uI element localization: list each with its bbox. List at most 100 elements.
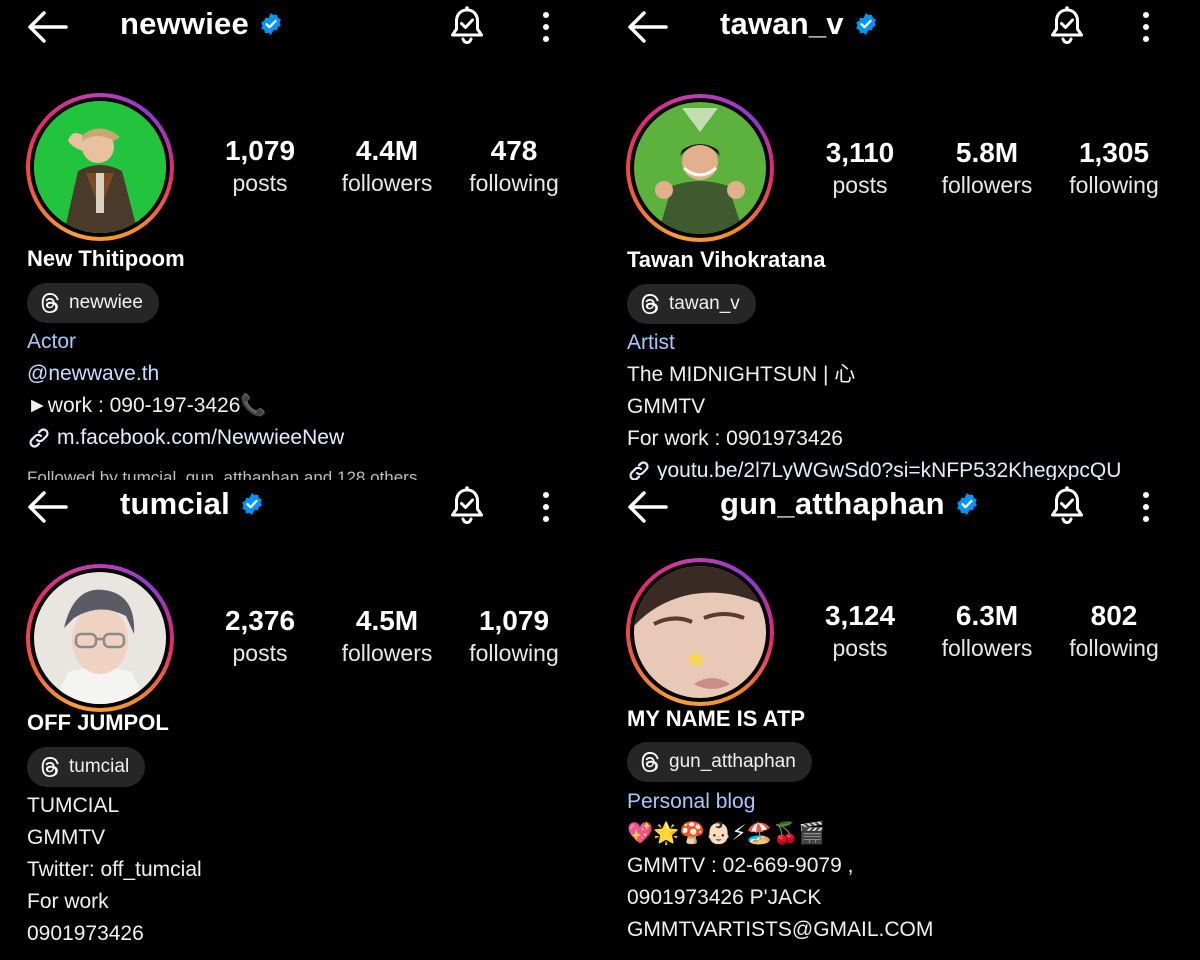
stat-value: 6.3M bbox=[955, 600, 1019, 631]
avatar-photo bbox=[634, 102, 766, 234]
threads-icon bbox=[41, 757, 59, 777]
stat-posts[interactable]: 3,124 posts bbox=[810, 599, 910, 663]
bell-check-icon[interactable] bbox=[1048, 5, 1086, 47]
more-vertical-icon[interactable] bbox=[1134, 9, 1158, 45]
stat-following[interactable]: 1,079 following bbox=[462, 604, 566, 668]
bio-category: Actor bbox=[27, 330, 77, 353]
stat-followers[interactable]: 4.4M followers bbox=[334, 134, 440, 198]
avatar[interactable] bbox=[626, 94, 774, 242]
bio-link-text: m.facebook.com/NewwieeNew bbox=[57, 426, 345, 449]
more-vertical-icon[interactable] bbox=[1134, 489, 1158, 525]
profile-header: newwiee bbox=[0, 0, 600, 56]
full-name: MY NAME IS ATP bbox=[627, 706, 806, 731]
verified-badge-icon bbox=[956, 493, 977, 515]
bio-line: 0901973426 P'JACK bbox=[627, 886, 822, 909]
stat-label: posts bbox=[232, 170, 288, 196]
bell-check-icon[interactable] bbox=[448, 485, 486, 527]
stat-value: 2,376 bbox=[224, 605, 296, 636]
username-title: tumcial bbox=[120, 486, 264, 522]
profile-panel-tawan-v: tawan_v 3,110 posts 5.8M followers 1,305… bbox=[600, 0, 1200, 480]
profile-header: tawan_v bbox=[600, 0, 1200, 56]
verified-badge-icon bbox=[242, 493, 262, 515]
username-text: gun_atthaphan bbox=[720, 486, 945, 521]
bio: TUMCIAL GMMTV Twitter: off_tumcial For w… bbox=[27, 790, 202, 950]
stat-label: posts bbox=[232, 640, 288, 666]
bio-link-text: youtu.be/2l7LyWGwSd0?si=kNFP532KhegxpcQU bbox=[657, 459, 1122, 480]
bio: Personal blog 💖🌟🍄👶🏻⚡🏖️🍒🎬 GMMTV : 02-669-… bbox=[627, 786, 933, 946]
stat-label: following bbox=[1069, 172, 1159, 198]
stat-following[interactable]: 478 following bbox=[462, 134, 566, 198]
username-text: newwiee bbox=[120, 6, 249, 41]
stat-label: following bbox=[469, 170, 559, 196]
profile-panel-gun-atthaphan: gun_atthaphan 3,124 posts 6.3M followers… bbox=[600, 480, 1200, 960]
bio: Actor @newwave.th ►work : 090-197-3426📞 … bbox=[27, 326, 344, 454]
username-text: tawan_v bbox=[720, 6, 844, 41]
threads-badge[interactable]: tawan_v bbox=[627, 284, 756, 324]
bio-line: 0901973426 bbox=[27, 922, 144, 945]
threads-badge[interactable]: newwiee bbox=[27, 283, 159, 323]
arrow-left-icon[interactable] bbox=[626, 9, 668, 45]
full-name: Tawan Vihokratana bbox=[627, 247, 826, 272]
stat-label: posts bbox=[832, 635, 888, 661]
stat-followers[interactable]: 6.3M followers bbox=[934, 599, 1040, 663]
stat-value: 3,110 bbox=[825, 137, 895, 168]
stat-value: 4.5M bbox=[355, 605, 419, 636]
arrow-left-icon[interactable] bbox=[26, 489, 68, 525]
stat-value: 478 bbox=[490, 135, 538, 166]
avatar-photo bbox=[634, 566, 766, 698]
stat-value: 1,305 bbox=[1078, 137, 1150, 168]
stat-label: followers bbox=[941, 635, 1033, 661]
more-vertical-icon[interactable] bbox=[534, 9, 558, 45]
stat-label: following bbox=[1069, 635, 1159, 661]
more-vertical-icon[interactable] bbox=[534, 489, 558, 525]
stat-followers[interactable]: 4.5M followers bbox=[334, 604, 440, 668]
threads-icon bbox=[641, 752, 659, 772]
stat-following[interactable]: 1,305 following bbox=[1062, 136, 1166, 200]
stat-posts[interactable]: 2,376 posts bbox=[210, 604, 310, 668]
threads-badge[interactable]: gun_atthaphan bbox=[627, 742, 812, 782]
link-icon bbox=[29, 428, 49, 448]
stat-posts[interactable]: 3,110 posts bbox=[810, 136, 910, 200]
stat-value: 802 bbox=[1090, 600, 1138, 631]
threads-icon bbox=[641, 294, 659, 314]
bell-check-icon[interactable] bbox=[448, 5, 486, 47]
avatar[interactable] bbox=[26, 93, 174, 241]
avatar[interactable] bbox=[626, 558, 774, 706]
arrow-left-icon[interactable] bbox=[626, 489, 668, 525]
threads-handle: tumcial bbox=[69, 756, 130, 777]
bio-line: For work : 0901973426 bbox=[627, 427, 843, 450]
username-text: tumcial bbox=[120, 486, 230, 521]
stat-value: 1,079 bbox=[224, 135, 296, 166]
bio-line: TUMCIAL bbox=[27, 794, 120, 817]
bio-line: GMMTV : 02-669-9079 , bbox=[627, 854, 854, 877]
followed-by-text[interactable]: Followed by tumcial, gun_atthaphan and 1… bbox=[27, 468, 417, 480]
stat-posts[interactable]: 1,079 posts bbox=[210, 134, 310, 198]
username-title: gun_atthaphan bbox=[720, 486, 979, 522]
verified-badge-icon bbox=[261, 13, 281, 35]
bio-line: For work bbox=[27, 890, 109, 913]
profile-header: gun_atthaphan bbox=[600, 480, 1200, 536]
stat-label: followers bbox=[341, 170, 433, 196]
stat-value: 1,079 bbox=[478, 605, 550, 636]
stat-value: 5.8M bbox=[955, 137, 1019, 168]
stat-following[interactable]: 802 following bbox=[1062, 599, 1166, 663]
bio-link[interactable]: m.facebook.com/NewwieeNew bbox=[27, 422, 344, 454]
bell-check-icon[interactable] bbox=[1048, 485, 1086, 527]
stat-value: 4.4M bbox=[355, 135, 419, 166]
stat-followers[interactable]: 5.8M followers bbox=[934, 136, 1040, 200]
stat-value: 3,124 bbox=[824, 600, 896, 631]
stat-label: followers bbox=[341, 640, 433, 666]
avatar[interactable] bbox=[26, 564, 174, 712]
threads-handle: tawan_v bbox=[669, 293, 740, 314]
bio-emoji-line: 💖🌟🍄👶🏻⚡🏖️🍒🎬 bbox=[627, 822, 825, 845]
bio: Artist The MIDNIGHTSUN | 心 GMMTV For wor… bbox=[627, 327, 1121, 480]
threads-badge[interactable]: tumcial bbox=[27, 747, 146, 787]
threads-icon bbox=[41, 293, 59, 313]
bio-line: Twitter: off_tumcial bbox=[27, 858, 202, 881]
bio-link[interactable]: youtu.be/2l7LyWGwSd0?si=kNFP532KhegxpcQU bbox=[627, 455, 1121, 480]
bio-mention[interactable]: @newwave.th bbox=[27, 358, 344, 390]
profile-header: tumcial bbox=[0, 480, 600, 536]
bio-line: GMMTVARTISTS@GMAIL.COM bbox=[627, 918, 934, 941]
arrow-left-icon[interactable] bbox=[26, 9, 68, 45]
link-icon bbox=[629, 461, 649, 480]
